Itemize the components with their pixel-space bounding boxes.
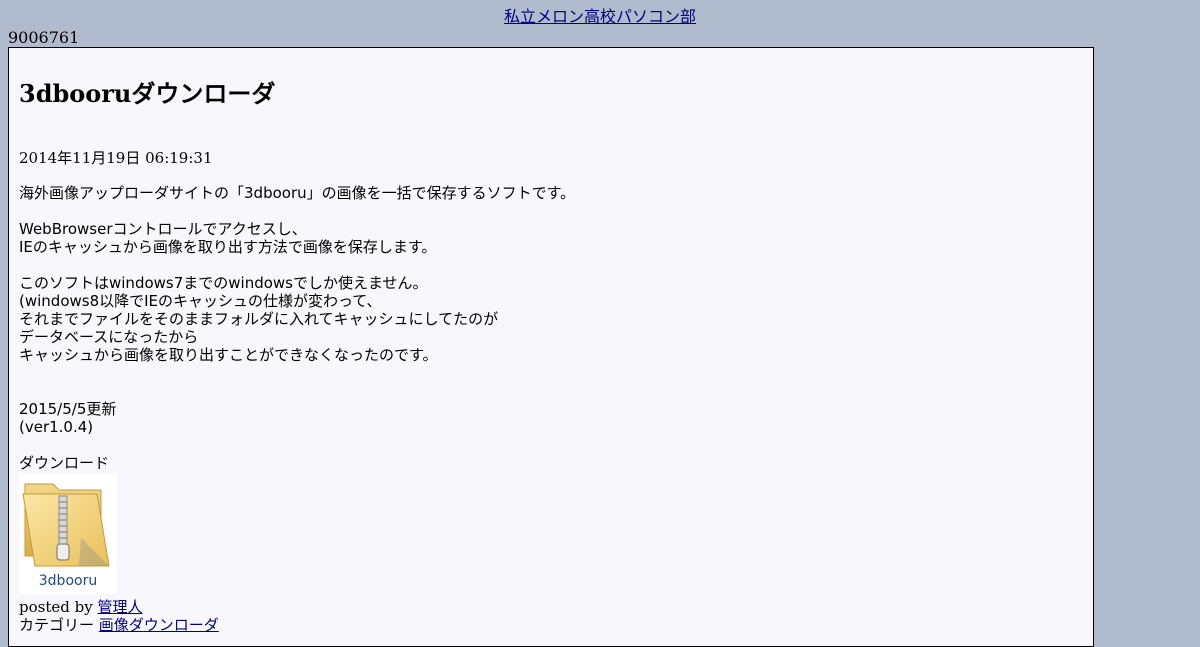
- posted-by-prefix: posted by: [19, 598, 98, 616]
- posted-by: posted by 管理人: [19, 598, 142, 616]
- category-link[interactable]: 画像ダウンローダ: [99, 616, 219, 634]
- author-link[interactable]: 管理人: [97, 598, 142, 616]
- body-line: このソフトはwindows7までのwindowsでしか使えません。: [19, 274, 428, 292]
- site-title: 私立メロン高校パソコン部: [0, 7, 1200, 27]
- visitor-counter: 9006761: [8, 28, 80, 47]
- update-date: 2015/5/5更新: [19, 400, 117, 418]
- body-line: (windows8以降でIEのキャッシュの仕様が変わって、: [19, 292, 382, 310]
- download-file-link[interactable]: 3dbooru: [19, 474, 117, 594]
- body-line: WebBrowserコントロールでアクセスし、: [19, 220, 307, 238]
- version: (ver1.0.4): [19, 418, 94, 436]
- download-file-label[interactable]: 3dbooru: [19, 572, 117, 590]
- zip-folder-icon: [22, 483, 110, 567]
- body-line: IEのキャッシュから画像を取り出す方法で画像を保存します。: [19, 238, 437, 256]
- body-line: キャッシュから画像を取り出すことができなくなったのです。: [19, 346, 438, 364]
- site-title-link[interactable]: 私立メロン高校パソコン部: [504, 7, 696, 26]
- post-category: カテゴリー 画像ダウンローダ: [19, 616, 219, 634]
- category-prefix: カテゴリー: [19, 616, 99, 634]
- body-line: それまでファイルをそのままフォルダに入れてキャッシュにしてたのが: [19, 310, 499, 328]
- post-title: 3dbooruダウンローダ: [19, 79, 276, 108]
- body-line: 海外画像アップローダサイトの「3dbooru」の画像を一括で保存するソフトです。: [19, 184, 576, 202]
- post-container: 3dbooruダウンローダ 2014年11月19日 06:19:31 海外画像ア…: [8, 47, 1094, 647]
- download-heading: ダウンロード: [19, 454, 110, 472]
- post-body: 海外画像アップローダサイトの「3dbooru」の画像を一括で保存するソフトです。…: [19, 184, 575, 472]
- body-line: データベースになったから: [19, 328, 199, 346]
- post-date: 2014年11月19日 06:19:31: [19, 149, 213, 167]
